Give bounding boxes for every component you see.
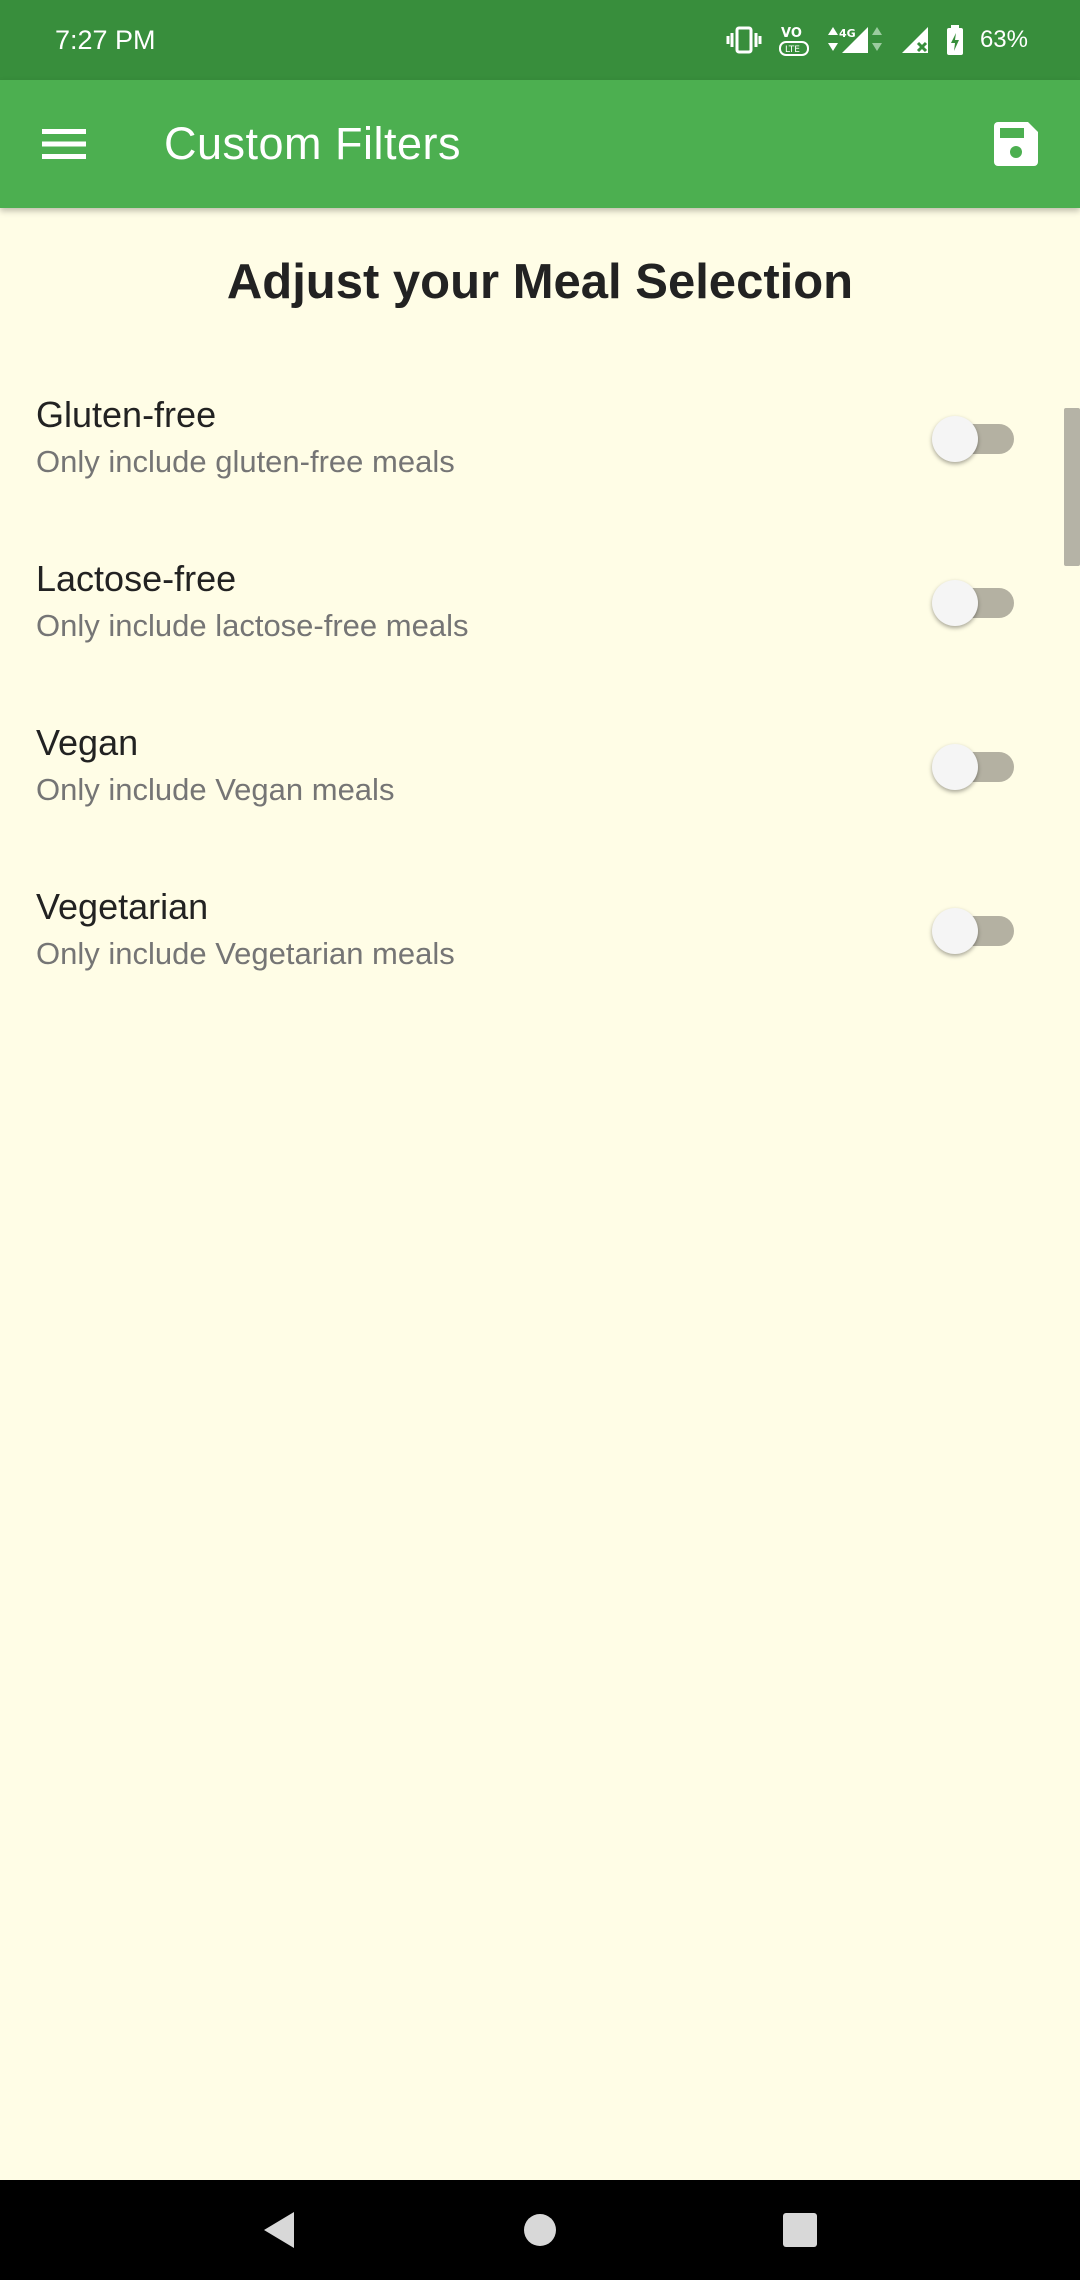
- status-icons: VO LTE 4G 63%: [726, 23, 1028, 57]
- back-icon: [264, 2212, 294, 2248]
- menu-button[interactable]: [0, 80, 128, 208]
- switch-thumb: [932, 580, 978, 626]
- svg-text:LTE: LTE: [785, 45, 800, 55]
- battery-level: 63%: [979, 26, 1028, 53]
- filter-title: Vegan: [36, 722, 139, 763]
- switch-thumb: [932, 416, 978, 462]
- battery-charging-icon: [946, 25, 964, 55]
- filter-title: Vegetarian: [36, 886, 209, 927]
- app-bar: Custom Filters: [0, 80, 1080, 208]
- filter-item-lactose-free[interactable]: Lactose-free Only include lactose-free m…: [0, 558, 1080, 722]
- recents-button[interactable]: [750, 2180, 850, 2280]
- filter-title: Lactose-free: [36, 558, 237, 599]
- switch-thumb: [932, 744, 978, 790]
- signal-icon: 4G: [826, 25, 884, 55]
- status-bar: 7:27 PM VO LTE 4G 63%: [0, 0, 1080, 80]
- save-button[interactable]: [952, 80, 1080, 208]
- save-icon: [994, 122, 1038, 166]
- vegan-switch[interactable]: [932, 738, 1014, 794]
- app-title: Custom Filters: [164, 118, 462, 169]
- svg-text:VO: VO: [781, 26, 802, 41]
- filter-description: Only include Vegetarian meals: [36, 936, 455, 971]
- volte-icon: VO LTE: [778, 23, 810, 57]
- filter-description: Only include Vegan meals: [36, 772, 395, 807]
- system-nav-bar: [0, 2180, 1080, 2280]
- scrollbar[interactable]: [1064, 408, 1080, 566]
- filter-item-vegetarian[interactable]: Vegetarian Only include Vegetarian meals: [0, 886, 1080, 1050]
- vibrate-icon: [726, 25, 762, 55]
- signal-no-data-icon: [900, 25, 930, 55]
- lactose-free-switch[interactable]: [932, 574, 1014, 630]
- home-button[interactable]: [490, 2180, 590, 2280]
- back-button[interactable]: [230, 2180, 330, 2280]
- home-icon: [524, 2214, 556, 2246]
- switch-thumb: [932, 908, 978, 954]
- filter-item-vegan[interactable]: Vegan Only include Vegan meals: [0, 722, 1080, 886]
- filter-item-gluten-free[interactable]: Gluten-free Only include gluten-free mea…: [0, 394, 1080, 558]
- menu-icon: [42, 129, 86, 159]
- filters-content: Adjust your Meal Selection Gluten-free O…: [0, 208, 1080, 2180]
- network-type: 4G: [839, 27, 856, 40]
- page-heading: Adjust your Meal Selection: [226, 255, 854, 309]
- vegetarian-switch[interactable]: [932, 902, 1014, 958]
- filter-description: Only include lactose-free meals: [36, 608, 469, 643]
- recents-icon: [783, 2213, 817, 2247]
- filter-title: Gluten-free: [36, 394, 217, 435]
- status-time: 7:27 PM: [55, 24, 156, 55]
- filter-description: Only include gluten-free meals: [36, 444, 455, 479]
- gluten-free-switch[interactable]: [932, 410, 1014, 466]
